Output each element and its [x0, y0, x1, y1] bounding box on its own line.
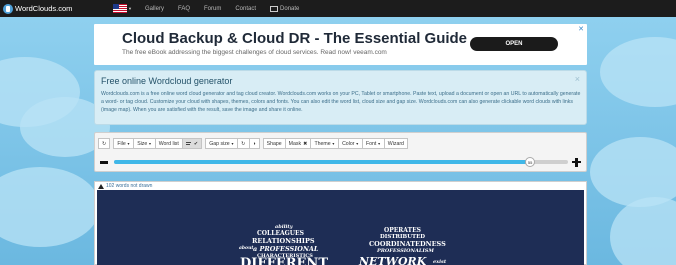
warning-icon — [98, 183, 104, 189]
chevron-down-icon: ▼ — [355, 141, 359, 146]
ad-title: Cloud Backup & Cloud DR - The Essential … — [122, 30, 468, 47]
cloud-word: exist — [433, 259, 447, 265]
mask-button[interactable]: Mask ✖ — [284, 138, 312, 149]
nav-donate-label: Donate — [280, 5, 300, 12]
cloud-word: RELATIONSHIPS — [252, 237, 315, 245]
editor-panel: ↻ File ▼ Size ▼ Word list ✔ Gap size ▼ ↻ ◑ … — [94, 132, 587, 172]
advertisement-banner[interactable]: Cloud Backup & Cloud DR - The Essential … — [94, 24, 587, 65]
intro-close-icon[interactable]: × — [575, 74, 580, 84]
toolbar: ↻ File ▼ Size ▼ Word list ✔ Gap size ▼ ↻ ◑ … — [98, 138, 412, 149]
spellcheck-toggle[interactable]: ✔ — [181, 138, 203, 149]
cloud-decoration — [0, 167, 100, 247]
status-message: 102 words not drawn — [98, 183, 152, 189]
cloud-word: COLLEAGUES — [257, 230, 304, 237]
chevron-down-icon: ▼ — [126, 141, 131, 146]
theme-label: Theme — [314, 140, 331, 147]
zoom-in-icon[interactable] — [575, 157, 578, 167]
word-list-button[interactable]: Word list — [154, 138, 183, 149]
nav-contact[interactable]: Contact — [235, 6, 256, 12]
chevron-down-icon: ▼ — [331, 141, 336, 146]
cloud-word: about — [239, 246, 254, 251]
cloud-word: a PROFESSIONAL — [253, 245, 319, 253]
nav-donate[interactable]: Donate — [270, 5, 300, 12]
theme-menu-button[interactable]: Theme ▼ — [310, 138, 340, 149]
chevron-down-icon: ▼ — [230, 141, 235, 146]
intro-alert: Free online Wordcloud generator × Wordcl… — [94, 70, 587, 125]
brand-link[interactable]: WordClouds.com — [3, 3, 113, 14]
ad-close-icon[interactable]: ✕ — [578, 25, 584, 33]
zoom-out-icon[interactable] — [100, 161, 108, 164]
size-menu-button[interactable]: Size ▼ — [133, 138, 156, 149]
font-menu-button[interactable]: Font ▼ — [361, 138, 385, 149]
nav-forum[interactable]: Forum — [204, 6, 221, 12]
ad-open-button[interactable]: OPEN — [470, 37, 558, 51]
intro-text: Wordclouds.com is a free online word clo… — [101, 91, 581, 113]
language-dropdown[interactable]: ▼ — [113, 4, 132, 13]
gap-size-menu-button[interactable]: Gap size ▼ — [205, 138, 239, 149]
gap-size-label: Gap size — [209, 140, 230, 147]
refresh-icon[interactable]: ↻ — [98, 138, 111, 149]
cloud-word: PROFESSIONALISM — [377, 248, 434, 254]
cloud-word: NETWORK — [359, 255, 427, 265]
camera-icon — [270, 5, 279, 12]
nav-faq[interactable]: FAQ — [178, 6, 190, 12]
font-label: Font — [365, 140, 377, 147]
mask-label: Mask — [288, 140, 302, 147]
brand-name: WordClouds.com — [15, 4, 73, 13]
cloud-decoration — [610, 197, 676, 265]
chevron-down-icon: ▼ — [377, 141, 381, 146]
color-menu-button[interactable]: Color ▼ — [338, 138, 363, 149]
chevron-down-icon: ▼ — [148, 141, 152, 146]
wizard-button[interactable]: Wizard — [383, 138, 408, 149]
size-menu-label: Size — [137, 140, 148, 147]
cloud-decoration — [600, 37, 676, 107]
slider-fill — [114, 160, 531, 164]
slider-track[interactable]: 55 — [114, 157, 568, 167]
intro-title: Free online Wordcloud generator — [101, 76, 233, 86]
check-icon: ✔ — [193, 140, 199, 147]
navbar: WordClouds.com ▼ Gallery FAQ Forum Conta… — [0, 0, 676, 17]
status-text: 102 words not drawn — [106, 183, 153, 189]
cloud-word: COORDINATEDNESS — [369, 240, 446, 248]
shape-button[interactable]: Shape — [262, 138, 286, 149]
close-icon: ✖ — [303, 140, 308, 147]
wordcloud-container: 102 words not drawn ability COLLEAGUES R… — [94, 181, 587, 265]
chevron-down-icon: ▼ — [128, 6, 132, 11]
wordcloud-canvas[interactable]: ability COLLEAGUES RELATIONSHIPS about a… — [97, 190, 584, 265]
cloud-word: DIFFERENT — [240, 256, 328, 265]
cloud-decoration — [590, 137, 676, 207]
contrast-icon[interactable]: ◑ — [248, 138, 260, 149]
logo-icon — [3, 3, 13, 14]
file-menu-label: File — [117, 140, 126, 147]
us-flag-icon — [113, 4, 127, 13]
color-label: Color — [342, 140, 355, 147]
cloud-word: OPERATES — [384, 227, 421, 234]
slider-value: 55 — [527, 159, 533, 165]
file-menu-button[interactable]: File ▼ — [113, 138, 135, 149]
nav-gallery[interactable]: Gallery — [145, 6, 164, 12]
zoom-slider[interactable]: 55 — [99, 157, 581, 167]
slider-handle[interactable]: 55 — [525, 157, 536, 167]
ad-subtitle: The free eBook addressing the biggest ch… — [122, 49, 387, 56]
spellcheck-icon — [185, 141, 191, 145]
